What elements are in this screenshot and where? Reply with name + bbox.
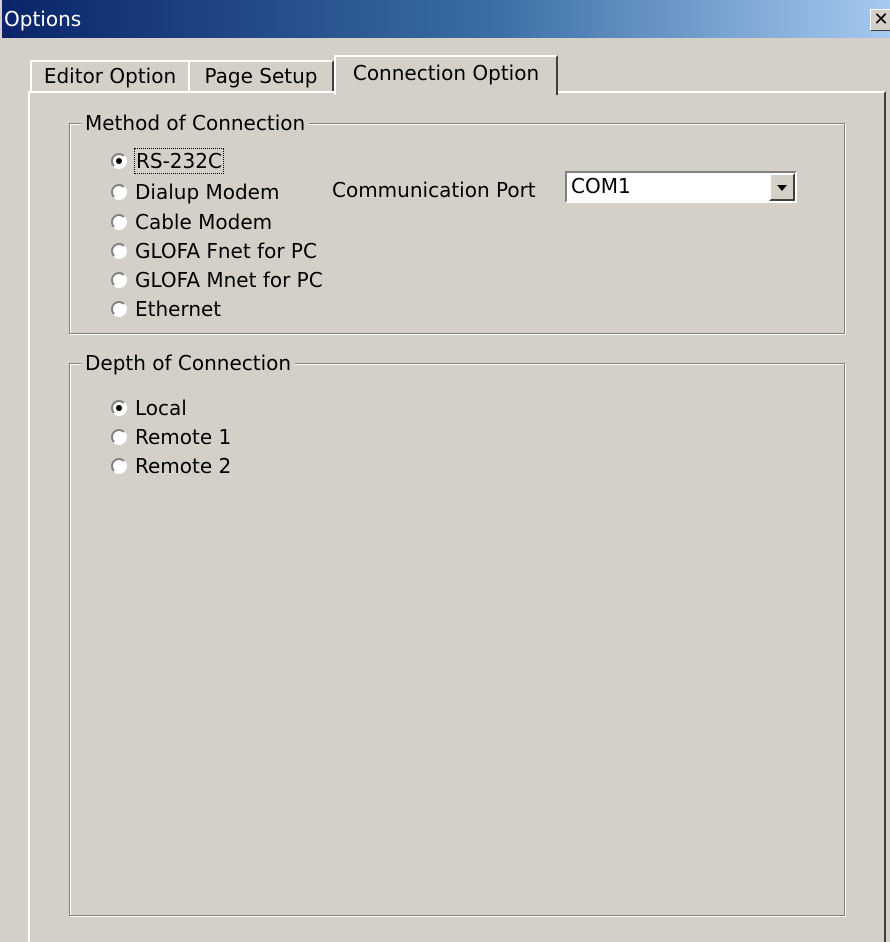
communication-port-select[interactable]: COM1	[565, 171, 797, 203]
radio-label: Local	[135, 396, 187, 420]
radio-label: Cable Modem	[135, 210, 273, 234]
radio-button[interactable]	[111, 153, 127, 169]
radio-button[interactable]	[111, 214, 127, 230]
radio-button[interactable]	[111, 429, 127, 445]
radio-label: Remote 2	[135, 454, 232, 478]
radio-button[interactable]	[111, 400, 127, 416]
radio-button[interactable]	[111, 458, 127, 474]
depth-group-legend: Depth of Connection	[81, 352, 296, 374]
communication-port-label: Communication Port	[332, 178, 536, 202]
radio-label: Ethernet	[135, 297, 222, 321]
dropdown-button[interactable]	[769, 173, 795, 201]
radio-button[interactable]	[111, 184, 127, 200]
radio-button[interactable]	[111, 301, 127, 317]
radio-label: Dialup Modem	[135, 180, 280, 204]
radio-label: GLOFA Mnet for PC	[135, 268, 323, 292]
communication-port-value: COM1	[571, 174, 631, 198]
radio-button[interactable]	[111, 243, 127, 259]
chevron-down-icon	[777, 185, 787, 191]
radio-label: RS-232C	[134, 148, 224, 174]
radio-label: GLOFA Fnet for PC	[135, 239, 317, 263]
method-group-legend: Method of Connection	[81, 112, 310, 134]
radio-button[interactable]	[111, 272, 127, 288]
radio-label: Remote 1	[135, 425, 232, 449]
options-dialog: Options ✕ Editor Option Page Setup Conne…	[0, 0, 890, 942]
